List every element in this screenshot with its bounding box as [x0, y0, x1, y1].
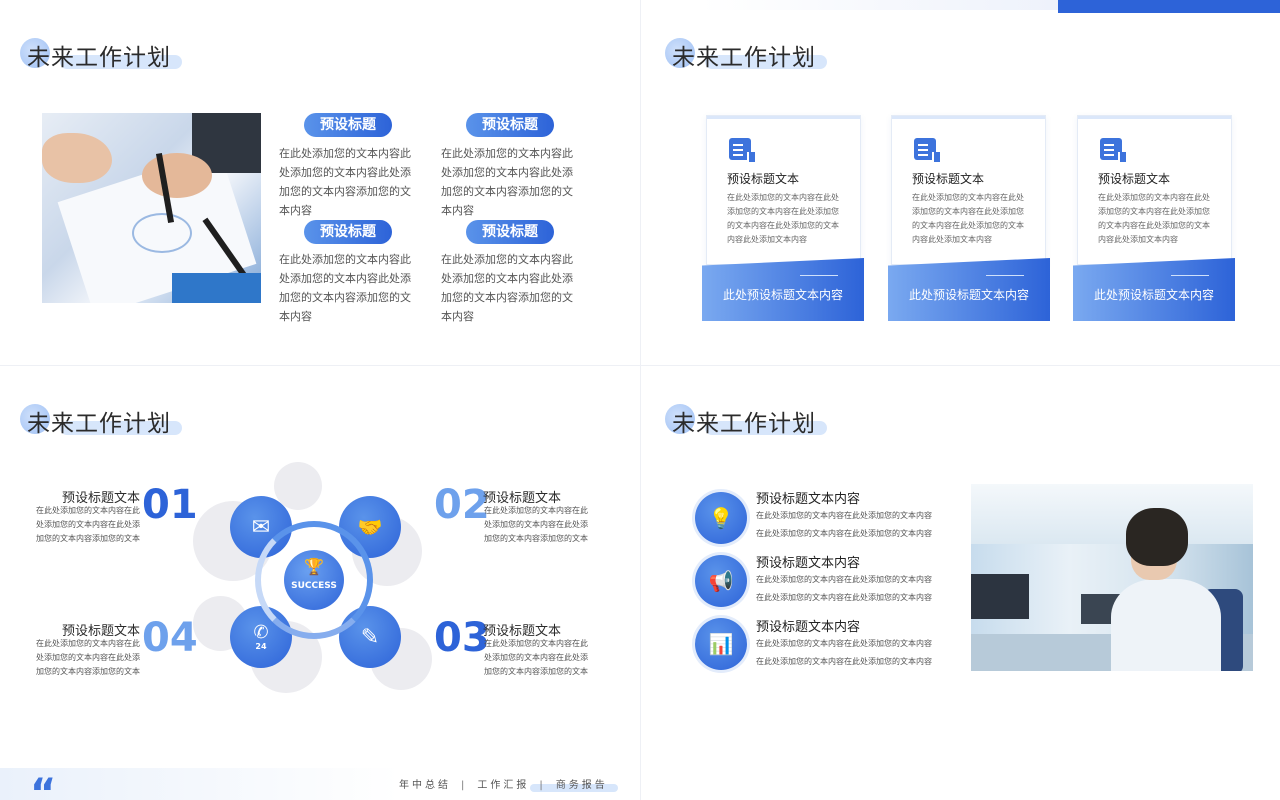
- footer-separator: |: [461, 780, 468, 791]
- document-icon: [1100, 138, 1126, 162]
- card-footer-text: 此处预设标题文本内容: [908, 288, 1029, 302]
- lightbulb-icon: 💡: [695, 492, 747, 544]
- list-item-title-1: 预设标题文本内容: [756, 492, 861, 507]
- list-item-line-3b: 在此处添加您的文本内容在此处添加您的文本内容: [756, 657, 932, 666]
- info-card-3[interactable]: 预设标题文本 在此处添加您的文本内容在此处添加您的文本内容在此处添加您的文本内容…: [1077, 115, 1232, 265]
- next-slide-preview-strip: “ 年中总结 | 工作汇报 | 商务报告: [0, 768, 640, 800]
- slide-title: 未来工作计划: [27, 45, 171, 71]
- success-label: SUCCESS: [291, 581, 337, 591]
- slide-2-work-plan-cards[interactable]: 未来工作计划 预设标题文本 在此处添加您的文本内容在此处添加您的文本内容在此处添…: [640, 0, 1280, 365]
- block-text-03: 在此处添加您的文本内容在此处添加您的文本内容在此处添加您的文本内容添加您的文本: [484, 639, 588, 676]
- footer-separator: |: [539, 780, 546, 791]
- success-center: 🏆 SUCCESS: [284, 550, 344, 610]
- info-card-1[interactable]: 预设标题文本 在此处添加您的文本内容在此处添加您的文本内容在此处添加您的文本内容…: [706, 115, 861, 265]
- list-item-title-3: 预设标题文本内容: [756, 620, 861, 635]
- block-text-02: 在此处添加您的文本内容在此处添加您的文本内容在此处添加您的文本内容添加您的文本: [484, 506, 588, 543]
- preset-text-1: 在此处添加您的文本内容此处添加您的文本内容此处添加您的文本内容添加您的文本内容: [279, 147, 411, 217]
- document-icon: [729, 138, 755, 162]
- block-text-01: 在此处添加您的文本内容在此处添加您的文本内容在此处添加您的文本内容添加您的文本: [36, 506, 140, 543]
- card-footer-text: 此处预设标题文本内容: [722, 288, 843, 302]
- footer-word-1: 年中总结: [399, 780, 451, 791]
- footer-word-3: 商务报告: [555, 780, 608, 791]
- list-item-line-3a: 在此处添加您的文本内容在此处添加您的文本内容: [756, 639, 932, 648]
- card-text: 在此处添加您的文本内容在此处添加您的文本内容在此处添加您的文本内容在此处添加您的…: [1098, 193, 1210, 244]
- list-item-line-1b: 在此处添加您的文本内容在此处添加您的文本内容: [756, 529, 932, 538]
- bottom-gradient-decoration: [0, 768, 400, 800]
- card-footer-3: 此处预设标题文本内容: [1073, 258, 1235, 321]
- block-number-03: 03: [434, 615, 490, 661]
- slide-1-work-plan-images[interactable]: 未来工作计划 预设标题 在此处添加您的文本内容此处添加您的文本内容此处添加您的文…: [0, 0, 640, 365]
- card-text: 在此处添加您的文本内容在此处添加您的文本内容在此处添加您的文本内容在此处添加您的…: [912, 193, 1024, 244]
- preset-text-4: 在此处添加您的文本内容此处添加您的文本内容此处添加您的文本内容添加您的文本内容: [441, 253, 573, 323]
- office-worker-photo: [971, 484, 1253, 671]
- card-title: 预设标题文本: [727, 172, 800, 186]
- preset-title-pill-4: 预设标题: [466, 220, 554, 244]
- list-item-line-2b: 在此处添加您的文本内容在此处添加您的文本内容: [756, 593, 932, 602]
- list-item-title-2: 预设标题文本内容: [756, 556, 861, 571]
- footer-tagline: 年中总结 | 工作汇报 | 商务报告: [399, 776, 608, 791]
- block-number-01: 01: [142, 482, 198, 528]
- preset-title-pill-2: 预设标题: [466, 113, 554, 137]
- trophy-icon: 🏆: [304, 557, 324, 576]
- list-item-line-1a: 在此处添加您的文本内容在此处添加您的文本内容: [756, 511, 932, 520]
- info-card-2[interactable]: 预设标题文本 在此处添加您的文本内容在此处添加您的文本内容在此处添加您的文本内容…: [891, 115, 1046, 265]
- card-title: 预设标题文本: [912, 172, 985, 186]
- document-icon: [914, 138, 940, 162]
- block-number-04: 04: [142, 615, 198, 661]
- block-number-02: 02: [434, 482, 490, 528]
- slide-3-work-plan-cycle[interactable]: 未来工作计划 ✉ 🤝 ✆ 24 ✎ 🏆 SUCCESS 预设标题文本 01 在此…: [0, 366, 640, 731]
- list-item-line-2a: 在此处添加您的文本内容在此处添加您的文本内容: [756, 575, 932, 584]
- block-text-04: 在此处添加您的文本内容在此处添加您的文本内容在此处添加您的文本内容添加您的文本: [36, 639, 140, 676]
- slide-4-work-plan-list[interactable]: 未来工作计划 💡 预设标题文本内容 在此处添加您的文本内容在此处添加您的文本内容…: [640, 366, 1280, 731]
- slide-title: 未来工作计划: [672, 45, 816, 71]
- presentation-board-icon: 📊: [695, 618, 747, 670]
- card-text: 在此处添加您的文本内容在此处添加您的文本内容在此处添加您的文本内容在此处添加您的…: [727, 193, 839, 244]
- preset-title-pill-3: 预设标题: [304, 220, 392, 244]
- footer-word-2: 工作汇报: [477, 780, 530, 791]
- card-footer-1: 此处预设标题文本内容: [702, 258, 864, 321]
- preset-text-3: 在此处添加您的文本内容此处添加您的文本内容此处添加您的文本内容添加您的文本内容: [279, 253, 411, 323]
- phone-badge: 24: [255, 641, 267, 651]
- card-title: 预设标题文本: [1098, 172, 1171, 186]
- card-footer-text: 此处预设标题文本内容: [1093, 288, 1214, 302]
- slide-title: 未来工作计划: [27, 411, 171, 437]
- megaphone-icon: 📢: [695, 555, 747, 607]
- quote-mark-icon: “: [30, 771, 57, 800]
- preset-title-pill-1: 预设标题: [304, 113, 392, 137]
- card-footer-2: 此处预设标题文本内容: [888, 258, 1050, 321]
- slide-title: 未来工作计划: [672, 411, 816, 437]
- business-meeting-photo: [42, 113, 261, 303]
- preset-text-2: 在此处添加您的文本内容此处添加您的文本内容此处添加您的文本内容添加您的文本内容: [441, 147, 573, 217]
